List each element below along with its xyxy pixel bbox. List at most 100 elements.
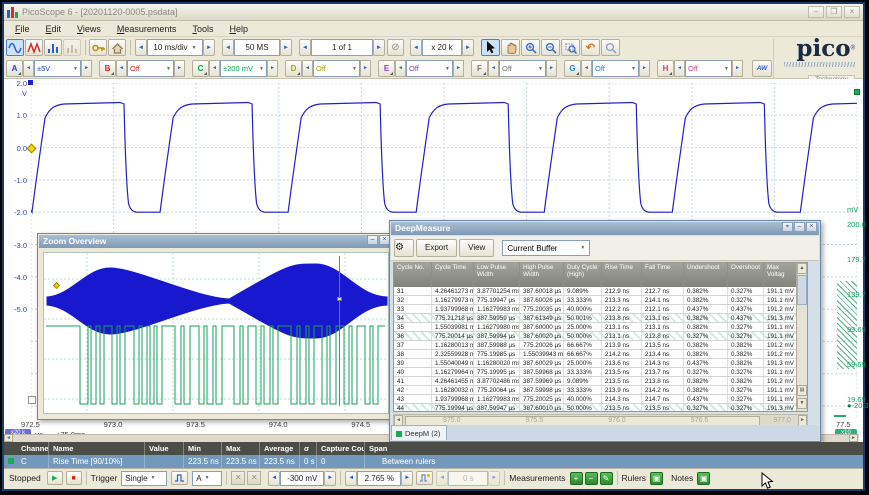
zoom-overview-window[interactable]: Zoom Overview – × — [37, 233, 394, 420]
minimize-icon[interactable]: – — [794, 222, 805, 232]
right-axis-ruler-handle[interactable] — [834, 415, 846, 417]
tab-deepmeasure[interactable]: DeepM (2) — [391, 425, 447, 440]
pretrigger-field[interactable]: 2.765 % — [357, 471, 401, 486]
channel-f-range-down-icon[interactable]: ◄ — [488, 60, 499, 77]
channel-f-range-up-icon[interactable]: ► — [546, 60, 557, 77]
channel-e-range-up-icon[interactable]: ► — [453, 60, 464, 77]
menu-item-views[interactable]: Views — [70, 22, 108, 36]
channel-a-range-select[interactable]: ±5V▼ — [34, 60, 81, 77]
deepmeasure-titlebar[interactable]: DeepMeasure — [391, 222, 819, 235]
table-row[interactable]: 34775.21218 µs387.59959 µs387.61349 µs50… — [394, 314, 798, 323]
zoom-off-tool-icon[interactable] — [601, 39, 620, 56]
buffer-next-icon[interactable]: ► — [373, 39, 385, 56]
table-row[interactable]: 314.26461273 ms3.87701254 ms387.60018 µs… — [394, 287, 798, 296]
awg-button[interactable]: AW — [752, 60, 772, 77]
channel-g-range-down-icon[interactable]: ◄ — [581, 60, 592, 77]
zoom-region-cursor[interactable] — [339, 256, 340, 406]
trigger-level-field[interactable]: -300 mV — [280, 471, 324, 486]
probe-key-icon[interactable] — [89, 39, 107, 56]
table-row[interactable]: 351.55039981 ms1.16279980 ms387.60000 µs… — [394, 323, 798, 332]
buffer-navigator-icon[interactable]: ⊘ — [387, 39, 404, 56]
trigger-setup-icon[interactable] — [171, 471, 188, 485]
channel-g-range-up-icon[interactable]: ► — [639, 60, 650, 77]
remove-measurement-button[interactable]: − — [585, 472, 598, 485]
channel-e-button[interactable]: E — [378, 60, 395, 77]
zoom-region-handle[interactable] — [337, 297, 342, 301]
channel-g-range-select[interactable]: Off▼ — [592, 60, 639, 77]
undo-zoom-icon[interactable]: ↶ — [581, 39, 600, 56]
menu-item-measurements[interactable]: Measurements — [110, 22, 184, 36]
table-row[interactable]: 391.55040049 ms1.16280020 ms387.60029 µs… — [394, 359, 798, 368]
minimize-icon[interactable]: – — [808, 6, 824, 18]
channel-d-range-select[interactable]: Off▼ — [313, 60, 360, 77]
edit-measurement-button[interactable]: ✎ — [600, 472, 613, 485]
zoom-overview-titlebar[interactable]: Zoom Overview — [39, 235, 392, 248]
scroll-left-icon[interactable]: ◄ — [4, 434, 13, 442]
close-icon[interactable]: × — [806, 222, 817, 232]
channel-b-range-down-icon[interactable]: ◄ — [116, 60, 127, 77]
rulers-button[interactable]: ▣ — [650, 472, 663, 485]
menu-item-tools[interactable]: Tools — [185, 22, 220, 36]
table-row[interactable]: 36775.20014 µs387.59994 µs387.60020 µs50… — [394, 332, 798, 341]
zoom-in-tool-icon[interactable] — [521, 39, 540, 56]
channel-e-range-down-icon[interactable]: ◄ — [395, 60, 406, 77]
pretrigger-up-icon[interactable]: ► — [401, 471, 413, 486]
zoom-in-step-icon[interactable]: ► — [462, 39, 474, 56]
table-row[interactable]: 382.32559928 ms775.19985 µs1.55039943 ms… — [394, 350, 798, 359]
close-icon[interactable]: × — [844, 6, 860, 18]
timebase-next-icon[interactable]: ► — [203, 39, 215, 56]
table-row[interactable]: 401.16279964 ms775.19995 µs387.59968 µs3… — [394, 368, 798, 377]
zoom-out-step-icon[interactable]: ◄ — [410, 39, 422, 56]
samples-up-icon[interactable]: ► — [280, 39, 292, 56]
zoom-out-tool-icon[interactable] — [541, 39, 560, 56]
scope-view-icon[interactable] — [6, 39, 24, 56]
deepmeasure-window[interactable]: DeepMeasure ⌖ – × ⚙ Export View Current … — [389, 220, 821, 442]
scrollbar-thumb[interactable] — [797, 275, 807, 305]
home-icon[interactable] — [108, 39, 126, 56]
table-row[interactable]: 414.26461455 ms3.87702486 ms387.59969 µs… — [394, 377, 798, 386]
table-row[interactable]: 321.16279973 ms775.19947 µs387.60026 µs3… — [394, 296, 798, 305]
samples-down-icon[interactable]: ◄ — [222, 39, 234, 56]
pointer-tool-icon[interactable] — [481, 39, 500, 56]
buffer-prev-icon[interactable]: ◄ — [299, 39, 311, 56]
measurement-row[interactable]: C Rise Time [90/10%] 223.5 ns 223.5 ns 2… — [4, 455, 863, 468]
channel-e-range-select[interactable]: Off▼ — [406, 60, 453, 77]
stop-icon[interactable]: ■ — [66, 471, 82, 485]
channel-b-button[interactable]: B — [99, 60, 116, 77]
channel-g-button[interactable]: G — [564, 60, 581, 77]
channel-b-range-up-icon[interactable]: ► — [174, 60, 185, 77]
minimize-icon[interactable]: – — [367, 235, 378, 245]
buffer-select[interactable]: Current Buffer ▼ — [502, 240, 590, 256]
start-icon[interactable]: ▶ — [47, 471, 63, 485]
channel-c-button[interactable]: C — [192, 60, 209, 77]
advanced-trigger-icon[interactable] — [416, 471, 433, 485]
export-button[interactable]: Export — [416, 239, 457, 257]
pretrigger-down-icon[interactable]: ◄ — [345, 471, 357, 486]
channel-h-range-select[interactable]: Off▼ — [685, 60, 732, 77]
timebase-select[interactable]: 10 ms/div▼ — [147, 39, 203, 56]
channel-c-range-select[interactable]: ±200 mV▼ — [220, 60, 267, 77]
channel-d-range-down-icon[interactable]: ◄ — [302, 60, 313, 77]
scroll-right-icon[interactable]: ► — [849, 434, 858, 442]
notes-button[interactable]: ▣ — [697, 472, 710, 485]
channel-a-button[interactable]: A — [6, 60, 23, 77]
marquee-zoom-tool-icon[interactable] — [561, 39, 580, 56]
spectrum-view-icon[interactable] — [44, 39, 62, 56]
gear-icon[interactable]: ⚙ — [394, 239, 414, 257]
channel-h-range-down-icon[interactable]: ◄ — [674, 60, 685, 77]
zoom-overview-plot[interactable] — [43, 252, 389, 414]
trigger-level-down-icon[interactable]: ◄ — [268, 471, 280, 486]
scroll-up-icon[interactable]: ▲ — [797, 263, 807, 274]
channel-a-range-up-icon[interactable]: ► — [81, 60, 92, 77]
timebase-prev-icon[interactable]: ◄ — [135, 39, 147, 56]
table-row[interactable]: 331.93799968 ms1.16279983 ms775.20035 µs… — [394, 305, 798, 314]
menu-item-file[interactable]: File — [8, 22, 37, 36]
channel-f-button[interactable]: F — [471, 60, 488, 77]
table-row[interactable]: 431.93799968 ms1.16279983 ms775.20025 µs… — [394, 395, 798, 404]
restore-icon[interactable]: ❐ — [826, 6, 842, 18]
channel-c-range-up-icon[interactable]: ► — [267, 60, 278, 77]
channel-h-button[interactable]: H — [657, 60, 674, 77]
pin-icon[interactable]: ⌖ — [782, 222, 793, 232]
table-row[interactable]: 44775.19994 µs387.59947 µs387.60010 µs50… — [394, 404, 798, 411]
channel-c-range-down-icon[interactable]: ◄ — [209, 60, 220, 77]
